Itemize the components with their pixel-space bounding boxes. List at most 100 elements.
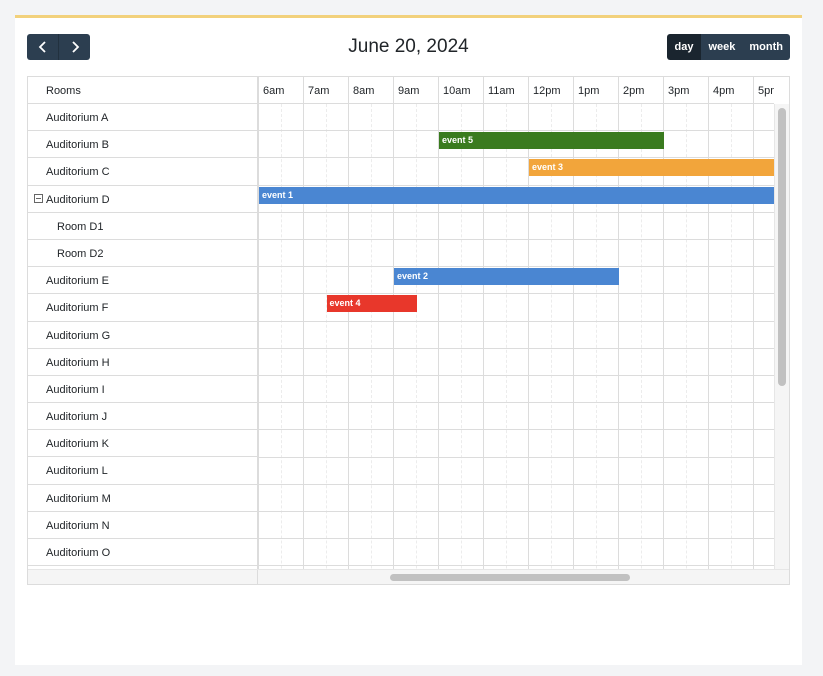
resource-label: Auditorium E <box>46 275 109 288</box>
time-slot-label: 3pm <box>668 85 690 97</box>
horizontal-scroll-thumb[interactable] <box>390 574 630 581</box>
half-hour-gridline <box>280 104 282 584</box>
timeline-grid: Rooms Auditorium A Auditorium B Auditorium… <box>27 76 790 585</box>
time-slot-label: 10am <box>443 85 471 97</box>
time-slot-label: 7am <box>308 85 330 97</box>
resource-label: Auditorium M <box>46 492 111 505</box>
next-button[interactable] <box>59 34 90 60</box>
row-gridline <box>258 565 774 567</box>
hour-gridline <box>438 104 439 584</box>
time-area: 6am7am8am9am10am11am12pm1pm2pm3pm4pm5pm … <box>258 77 774 584</box>
resource-row: Auditorium F <box>28 294 257 322</box>
row-gridline <box>258 293 774 295</box>
half-hour-gridline <box>370 104 372 584</box>
time-slot-header: 8am <box>348 77 393 104</box>
vertical-scroll-thumb[interactable] <box>778 108 786 386</box>
resource-row: Auditorium M <box>28 485 257 512</box>
view-day-button[interactable]: day <box>666 34 702 60</box>
resource-row: Auditorium K <box>28 430 257 458</box>
resource-label: Auditorium F <box>46 302 109 315</box>
resource-label: Room D2 <box>57 247 104 260</box>
resource-label: Auditorium D <box>46 193 110 206</box>
event-bar[interactable]: event 5 <box>439 132 664 150</box>
resource-label: Auditorium N <box>46 519 110 532</box>
resource-row: Auditorium C <box>28 158 257 186</box>
event-bar[interactable]: event 1 <box>259 186 774 204</box>
resource-row: Auditorium D <box>28 186 257 213</box>
resource-column: Rooms Auditorium A Auditorium B Auditorium… <box>28 77 258 584</box>
view-month-button[interactable]: month <box>742 34 790 60</box>
resource-row-child: Room D1 <box>28 213 257 240</box>
resource-row: Auditorium O <box>28 539 257 567</box>
hour-gridline <box>258 104 259 584</box>
time-slot-header: 3pm <box>663 77 708 104</box>
view-week-button[interactable]: week <box>701 34 743 60</box>
time-header: 6am 7am 8am 9am 10am 11am 12pm 1pm 2pm 3pm 4pm 5pm <box>258 77 774 104</box>
half-hour-gridline <box>505 104 507 584</box>
time-slot-label: 12pm <box>533 85 561 97</box>
prev-button[interactable] <box>27 34 59 60</box>
time-slot-label: 6am <box>263 85 285 97</box>
hour-gridline <box>393 104 394 584</box>
resource-row: Auditorium H <box>28 349 257 376</box>
time-slot-header: 2pm <box>618 77 663 104</box>
resource-label: Auditorium A <box>46 112 109 124</box>
event-bar[interactable]: event 3 <box>529 159 774 177</box>
resource-row: Auditorium E <box>28 267 257 295</box>
row-gridline <box>258 483 774 485</box>
resource-label: Auditorium K <box>46 438 109 451</box>
row-gridline <box>258 157 774 159</box>
event-bar[interactable]: event 2 <box>394 268 619 286</box>
hour-gridline <box>483 104 484 584</box>
nav-button-group <box>27 34 90 60</box>
time-slot-header: 6am <box>258 77 303 104</box>
time-slot-label: 2pm <box>623 85 645 97</box>
resource-row: Auditorium N <box>28 512 257 539</box>
row-gridline <box>258 211 774 213</box>
resource-header: Rooms <box>28 77 257 104</box>
row-gridline <box>258 266 774 268</box>
horizontal-scrollbar[interactable] <box>28 569 789 584</box>
time-slot-header: 5pm <box>753 77 774 104</box>
resource-label: Auditorium H <box>46 356 110 369</box>
row-gridline <box>258 239 774 240</box>
row-gridline <box>258 184 774 186</box>
view-switcher: day week month <box>666 34 790 60</box>
resource-row: Auditorium J <box>28 403 257 431</box>
collapse-icon[interactable] <box>34 193 43 203</box>
hour-gridline <box>348 104 349 584</box>
time-slot-label: 9am <box>398 85 420 97</box>
row-gridline <box>258 375 774 376</box>
half-hour-gridline <box>325 104 327 584</box>
half-hour-gridline <box>460 104 462 584</box>
row-gridline <box>258 402 774 404</box>
time-slot-header: 1pm <box>573 77 618 104</box>
resource-row: Auditorium I <box>28 376 257 404</box>
row-gridline <box>258 347 774 349</box>
resource-label: Auditorium C <box>46 166 110 179</box>
chevron-left-icon <box>38 41 46 53</box>
time-slot-header: 11am <box>483 77 528 104</box>
row-gridline <box>258 511 774 512</box>
resource-header-label: Rooms <box>46 85 81 97</box>
time-slot-header: 9am <box>393 77 438 104</box>
event-bar[interactable]: event 4 <box>326 295 417 313</box>
row-gridline <box>258 429 774 431</box>
vertical-scrollbar[interactable] <box>774 104 789 569</box>
resource-list: Auditorium A Auditorium B Auditorium C Audi… <box>28 104 257 567</box>
resource-label: Auditorium L <box>46 465 108 478</box>
resource-row: Auditorium B <box>28 131 257 159</box>
time-slot-label: 1pm <box>578 85 600 97</box>
resource-row-child: Room D2 <box>28 240 257 268</box>
row-gridline <box>258 538 774 540</box>
row-gridline <box>258 456 774 458</box>
time-slot-label: 8am <box>353 85 375 97</box>
resource-label: Auditorium G <box>46 329 111 342</box>
resource-label: Room D1 <box>57 220 104 233</box>
resource-label: Auditorium B <box>46 139 109 152</box>
time-slot-header: 12pm <box>528 77 573 104</box>
half-hour-gridline <box>415 104 417 584</box>
time-body: event 5 event 3 event 1 event 2 event 4 <box>258 104 774 584</box>
time-slot-header: 4pm <box>708 77 753 104</box>
scheduler-card: June 20, 2024 day week month Rooms Audit… <box>15 15 802 665</box>
